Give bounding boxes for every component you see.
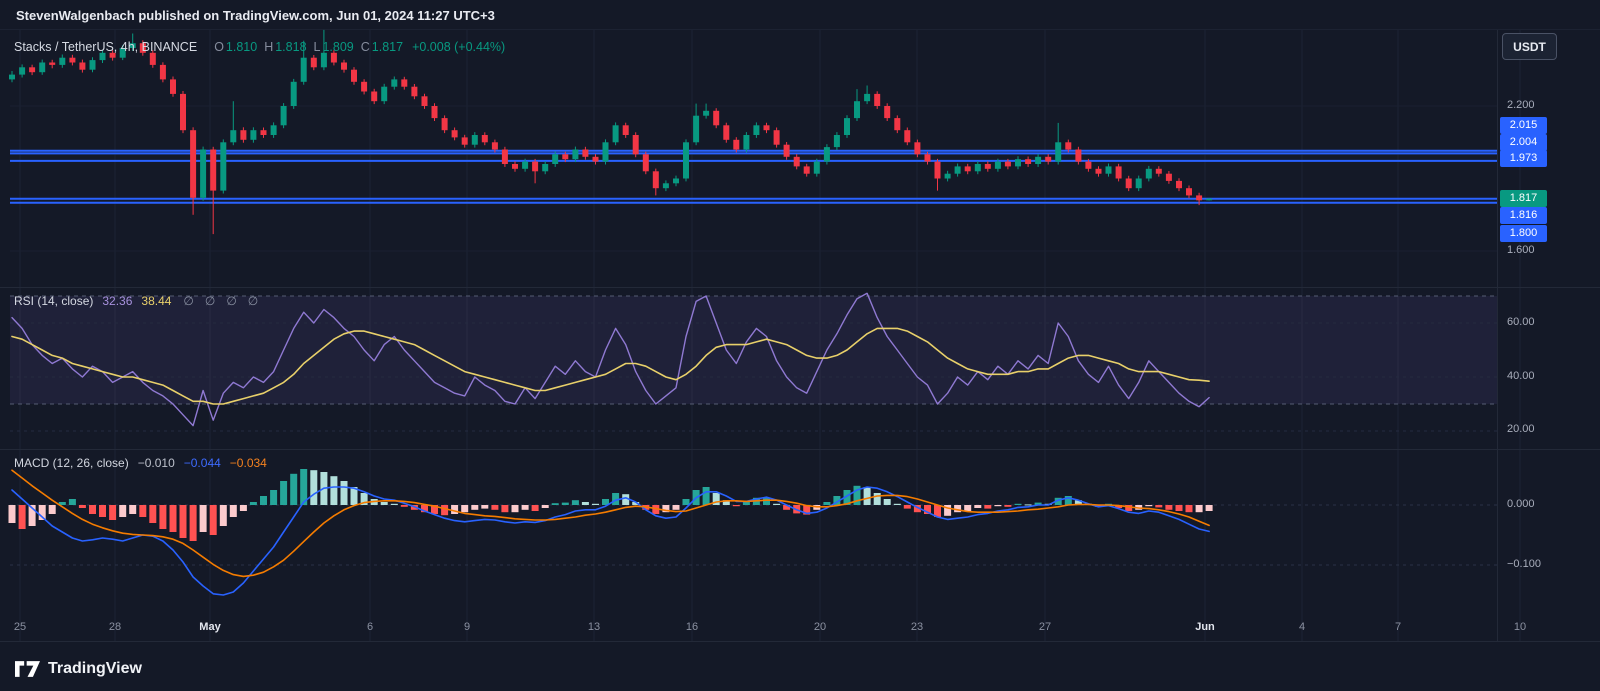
symbol-title[interactable]: Stacks / TetherUS, 4h, BINANCE (14, 40, 197, 54)
symbol-legend: Stacks / TetherUS, 4h, BINANCE O 1.810 H1… (14, 40, 505, 54)
close-label: C (360, 40, 370, 54)
rsi-title[interactable]: RSI (14, close) (14, 294, 93, 308)
rsi-legend: RSI (14, close) 32.36 38.44 ∅∅∅∅ (14, 294, 269, 308)
rsi-axis-label: 40.00 (1507, 370, 1535, 382)
time-axis-label-27: 27 (1038, 621, 1052, 633)
tradingview-snapshot: StevenWalgenbach published on TradingVie… (0, 0, 1600, 691)
time-axis-label-may: May (199, 621, 221, 633)
time-axis-label-jun: Jun (1195, 621, 1215, 633)
macd-line-value: −0.044 (183, 456, 221, 470)
high-label: H (264, 40, 274, 54)
time-axis-label-23: 23 (910, 621, 924, 633)
time-axis-label-16: 16 (685, 621, 699, 633)
tradingview-logo-icon[interactable] (15, 661, 40, 677)
macd-title[interactable]: MACD (12, 26, close) (14, 456, 129, 470)
level-price-badge: 1.816 (1500, 206, 1547, 224)
chart-canvas[interactable] (0, 0, 1600, 691)
time-axis-label-6: 6 (366, 621, 374, 633)
time-axis-label-10: 10 (1513, 621, 1527, 633)
open-value: 1.810 (225, 40, 258, 54)
close-value: 1.817 (371, 40, 404, 54)
rsi-axis-label: 20.00 (1507, 423, 1535, 435)
time-axis-label-7: 7 (1394, 621, 1402, 633)
macd-axis-label: −0.100 (1507, 558, 1541, 570)
ohlc-values: O 1.810 H 1.818 L 1.809 C 1.817 +0.008 (+0.4… (207, 40, 505, 54)
publish-info-text: StevenWalgenbach published on TradingVie… (16, 7, 495, 23)
rsi-value: 32.36 (102, 294, 133, 308)
time-axis-label-25: 25 (13, 621, 27, 633)
rsi-empty-values: ∅∅∅∅ (183, 294, 270, 308)
footer-bar: TradingView (0, 647, 1600, 691)
time-axis-label-13: 13 (587, 621, 601, 633)
open-label: O (214, 40, 224, 54)
macd-signal-value: −0.034 (229, 456, 267, 470)
time-axis-label-9: 9 (463, 621, 471, 633)
level-price-badge: 2.015 (1500, 116, 1547, 134)
macd-axis-label: 0.000 (1507, 498, 1535, 510)
time-axis-label-28: 28 (108, 621, 122, 633)
level-price-badge: 1.973 (1500, 149, 1547, 167)
low-value: 1.809 (322, 40, 354, 54)
price-axis-label: 1.600 (1507, 244, 1535, 256)
macd-histogram-value: −0.010 (137, 456, 175, 470)
time-axis-label-20: 20 (813, 621, 827, 633)
time-axis-label-4: 4 (1298, 621, 1306, 633)
price-axis-label: 2.200 (1507, 99, 1535, 111)
level-price-badge: 1.800 (1500, 224, 1547, 242)
low-label: L (313, 40, 321, 54)
tradingview-wordmark[interactable]: TradingView (48, 660, 142, 678)
change-value: +0.008 (+0.44%) (412, 40, 506, 54)
high-value: 1.818 (275, 40, 307, 54)
level-price-badge: 2.004 (1500, 133, 1547, 151)
currency-button[interactable]: USDT (1502, 33, 1557, 60)
macd-legend: MACD (12, 26, close) −0.010 −0.044 −0.03… (14, 456, 267, 470)
current-price-badge: 1.817 (1500, 189, 1547, 207)
rsi-ma-value: 38.44 (141, 294, 172, 308)
publish-header: StevenWalgenbach published on TradingVie… (0, 0, 1600, 30)
rsi-axis-label: 60.00 (1507, 316, 1535, 328)
